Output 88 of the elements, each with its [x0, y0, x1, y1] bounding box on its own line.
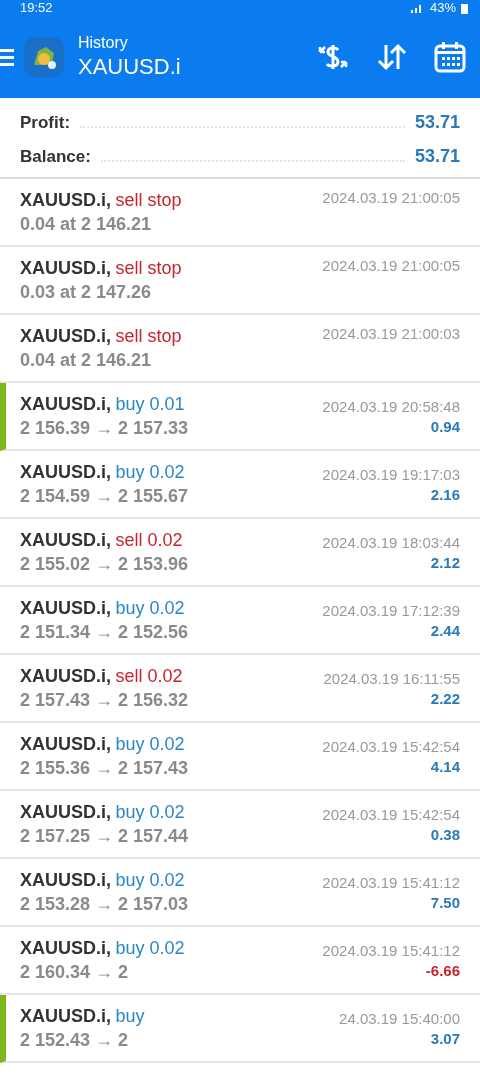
deal-row[interactable]: XAUUSD.i, sell 0.02 2 155.02 → 2 153.96 2024.03.19 18:03:44 2.12 — [0, 519, 480, 587]
deal-time: 2024.03.19 21:00:05 — [322, 257, 460, 274]
deal-symbol: XAUUSD.i, — [20, 597, 111, 618]
deal-row[interactable]: XAUUSD.i, buy 0.02 2 160.34 → 2 2024.03.19 15:41:12 -6.66 — [0, 927, 480, 995]
summary-label: Balance: — [20, 147, 91, 167]
deal-row[interactable]: XAUUSD.i, buy 0.02 2 155.36 → 2 157.43 2024.03.19 15:42:54 4.14 — [0, 723, 480, 791]
deal-symbol: XAUUSD.i, — [20, 257, 111, 278]
deal-type: buy 0.02 — [115, 597, 185, 618]
deal-row[interactable]: XAUUSD.i, sell 0.02 2 157.43 → 2 156.32 2024.03.19 16:11:55 2.22 — [0, 655, 480, 723]
deal-row[interactable]: XAUUSD.i, sell stop 0.03 at 2 147.26 2024.03.19 21:00:05 — [0, 247, 480, 315]
menu-icon[interactable] — [0, 48, 14, 66]
status-time: 19:52 — [20, 1, 53, 15]
deal-time: 2024.03.19 15:41:12 — [322, 941, 460, 959]
deal-time: 2024.03.19 18:03:44 — [322, 533, 460, 551]
deal-type: sell stop — [115, 257, 182, 278]
deal-row[interactable]: XAUUSD.i, buy 0.02 2 157.25 → 2 157.44 2024.03.19 15:42:54 0.38 — [0, 791, 480, 859]
deal-symbol: XAUUSD.i, — [20, 1005, 111, 1026]
calendar-icon[interactable] — [434, 41, 466, 73]
deal-row[interactable]: XAUUSD.i, buy 0.02 2 154.59 → 2 155.67 2024.03.19 19:17:03 2.16 — [0, 451, 480, 519]
deal-price: 2 160.34 → 2 — [20, 961, 130, 983]
deal-symbol: XAUUSD.i, — [20, 733, 111, 754]
deal-type: sell stop — [115, 189, 182, 210]
deal-profit: 2.16 — [430, 485, 460, 503]
deal-row[interactable]: XAUUSD.i, buy 2 152.43 → 2 24.03.19 15:40:00 3.07 — [0, 995, 480, 1063]
deal-price: 0.04 at 2 146.21 — [20, 349, 153, 371]
battery-icon — [461, 2, 468, 14]
deal-time: 2024.03.19 15:42:54 — [322, 805, 460, 823]
screen-title: History — [78, 34, 129, 52]
deal-row[interactable]: XAUUSD.i, buy 0.01 2 156.39 → 2 157.33 2024.03.19 20:58:48 0.94 — [0, 383, 480, 451]
deal-time: 2024.03.19 21:00:05 — [322, 189, 460, 206]
deal-type: buy 0.01 — [115, 393, 185, 414]
summary-label: Profit: — [20, 113, 71, 133]
deal-price: 2 157.25 → 2 157.44 — [20, 825, 189, 847]
deal-profit: 2.44 — [430, 621, 460, 639]
deal-symbol: XAUUSD.i, — [20, 937, 111, 958]
deal-price: 0.04 at 2 146.21 — [20, 213, 153, 235]
deal-profit: 0.94 — [430, 417, 460, 435]
deal-type: buy 0.02 — [115, 733, 185, 754]
deal-symbol: XAUUSD.i, — [20, 461, 111, 482]
deal-time: 2024.03.19 15:41:12 — [322, 873, 460, 891]
deal-type: buy 0.02 — [115, 937, 185, 958]
deal-symbol: XAUUSD.i, — [20, 801, 111, 822]
deal-profit: 4.14 — [430, 757, 460, 775]
deal-time: 2024.03.19 21:00:03 — [322, 325, 460, 342]
deal-time: 2024.03.19 17:12:39 — [322, 601, 460, 619]
deal-time: 2024.03.19 16:11:55 — [323, 669, 460, 687]
deal-symbol: XAUUSD.i, — [20, 665, 111, 686]
deal-profit: -6.66 — [425, 961, 460, 979]
deal-profit: 2.22 — [430, 689, 460, 707]
deal-type: buy 0.02 — [115, 461, 185, 482]
deal-time: 24.03.19 15:40:00 — [339, 1009, 460, 1027]
battery-level: 43% — [429, 1, 456, 15]
deal-time: 2024.03.19 19:17:03 — [322, 465, 460, 483]
deal-price: 2 155.36 → 2 157.43 — [20, 757, 189, 779]
deal-row[interactable]: XAUUSD.i, sell stop 0.04 at 2 146.21 2024.03.19 21:00:03 — [0, 315, 480, 383]
summary-value: 53.71 — [414, 146, 460, 167]
deal-time: 2024.03.19 15:42:54 — [322, 737, 460, 755]
deal-price: 2 154.59 → 2 155.67 — [20, 485, 189, 507]
deal-row[interactable]: XAUUSD.i, buy 0.02 2 151.34 → 2 152.56 2024.03.19 17:12:39 2.44 — [0, 587, 480, 655]
deal-symbol: XAUUSD.i, — [20, 189, 111, 210]
deal-type: buy — [115, 1005, 145, 1026]
deal-price: 2 153.28 → 2 157.03 — [20, 893, 189, 915]
deal-price: 2 156.39 → 2 157.33 — [20, 417, 189, 439]
deal-type: sell 0.02 — [115, 665, 183, 686]
deal-profit: 3.07 — [430, 1029, 460, 1047]
deal-symbol: XAUUSD.i, — [20, 393, 111, 414]
deal-time: 2024.03.19 20:58:48 — [322, 397, 460, 415]
deal-symbol: XAUUSD.i, — [20, 529, 111, 550]
deal-price: 0.03 at 2 147.26 — [20, 281, 153, 303]
deal-profit: 0.38 — [430, 825, 460, 843]
app-logo-icon — [24, 37, 64, 77]
deal-price: 2 152.43 → 2 — [20, 1029, 130, 1051]
deal-price: 2 155.02 → 2 153.96 — [20, 553, 189, 575]
deal-symbol: XAUUSD.i, — [20, 325, 111, 346]
deal-type: sell 0.02 — [115, 529, 183, 550]
deal-row[interactable]: XAUUSD.i, buy 0.02 2 153.28 → 2 157.03 2024.03.19 15:41:12 7.50 — [0, 859, 480, 927]
deal-type: buy 0.02 — [115, 801, 185, 822]
deal-price: 2 151.34 → 2 152.56 — [20, 621, 189, 643]
deal-profit: 7.50 — [430, 893, 460, 911]
deal-profit: 2.12 — [430, 553, 460, 571]
deal-symbol: XAUUSD.i, — [20, 869, 111, 890]
summary-value: 53.71 — [414, 112, 460, 133]
deal-type: sell stop — [115, 325, 182, 346]
symbol-title: XAUUSD.i — [78, 54, 182, 80]
deal-row[interactable]: XAUUSD.i, sell stop 0.04 at 2 146.21 2024.03.19 21:00:05 — [0, 179, 480, 247]
sort-icon[interactable] — [376, 42, 408, 72]
deal-price: 2 157.43 → 2 156.32 — [20, 689, 189, 711]
deal-type: buy 0.02 — [115, 869, 185, 890]
